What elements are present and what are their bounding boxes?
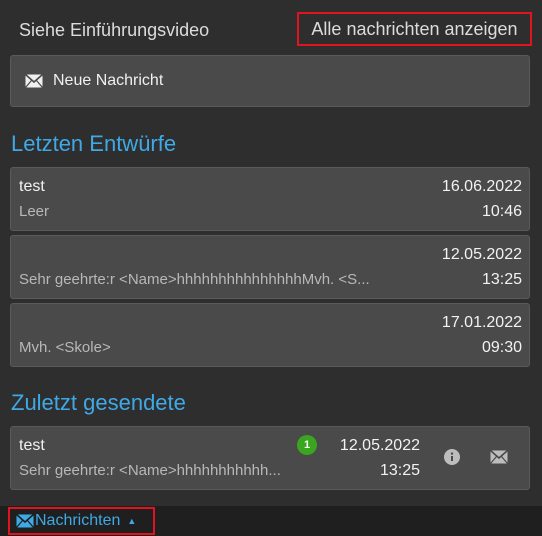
new-message-button[interactable]: Neue Nachricht (10, 55, 530, 107)
draft-date: 17.01.2022 (441, 314, 522, 331)
draft-item[interactable]: test Leer 16.06.2022 10:46 (10, 167, 530, 231)
sent-date: 12.05.2022 (339, 437, 420, 454)
new-message-label: Neue Nachricht (53, 72, 164, 89)
messages-nav-button[interactable]: Nachrichten ▲ (8, 507, 155, 535)
sent-heading: Zuletzt gesendete (11, 390, 186, 415)
draft-time: 13:25 (481, 271, 522, 288)
draft-preview: Leer (19, 203, 50, 220)
draft-date: 12.05.2022 (441, 246, 522, 263)
sent-preview: Sehr geehrte:r <Name>hhhhhhhhhhh... (19, 462, 281, 479)
messages-nav-label: Nachrichten (35, 512, 121, 529)
show-all-messages-label: Alle nachrichten anzeigen (311, 18, 518, 39)
messages-panel: Siehe Einführungsvideo Alle nachrichten … (0, 0, 542, 506)
draft-date: 16.06.2022 (441, 178, 522, 195)
envelope-icon (25, 74, 43, 88)
intro-video-link[interactable]: Siehe Einführungsvideo (19, 20, 209, 41)
envelope-icon (16, 514, 34, 528)
draft-item[interactable]: Sehr geehrte:r <Name>hhhhhhhhhhhhhhhMvh.… (10, 235, 530, 299)
draft-preview: Mvh. <Skole> (19, 339, 111, 356)
sent-item[interactable]: test 1 Sehr geehrte:r <Name>hhhhhhhhhhh.… (10, 426, 530, 490)
draft-time: 09:30 (481, 339, 522, 356)
draft-subject: test (19, 178, 45, 195)
show-all-messages-link[interactable]: Alle nachrichten anzeigen (297, 12, 532, 46)
envelope-icon[interactable] (489, 447, 509, 467)
draft-time: 10:46 (481, 203, 522, 220)
unread-count-badge: 1 (297, 435, 317, 455)
drafts-heading: Letzten Entwürfe (11, 131, 177, 156)
sent-time: 13:25 (379, 462, 420, 479)
sent-subject: test (19, 437, 45, 454)
caret-up-icon: ▲ (127, 516, 137, 526)
info-icon[interactable] (442, 447, 462, 467)
draft-preview: Sehr geehrte:r <Name>hhhhhhhhhhhhhhhMvh.… (19, 271, 370, 288)
draft-item[interactable]: Mvh. <Skole> 17.01.2022 09:30 (10, 303, 530, 367)
